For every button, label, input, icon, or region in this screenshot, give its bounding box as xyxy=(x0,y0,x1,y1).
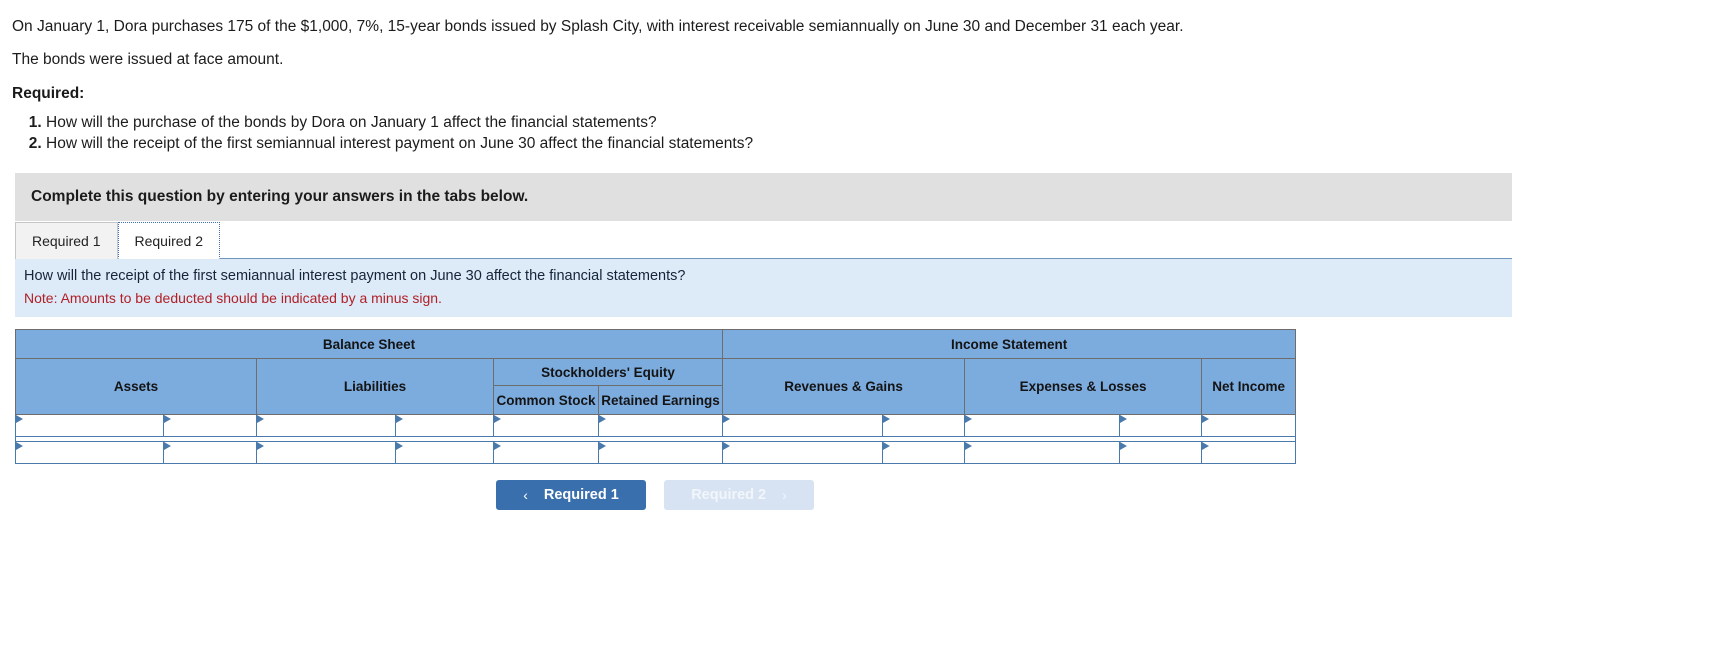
dropdown-arrow-icon xyxy=(16,415,23,424)
instruction-text: Complete this question by entering your … xyxy=(31,188,529,206)
problem-paragraph-2: The bonds were issued at face amount. xyxy=(12,50,284,68)
column-header-net-income: Net Income xyxy=(1201,358,1297,416)
exercise-page: On January 1, Dora purchases 175 of the … xyxy=(0,18,1734,511)
dropdown-arrow-icon xyxy=(1120,442,1128,451)
dropdown-arrow-icon xyxy=(965,442,973,451)
column-header-revenues-gains: Revenues & Gains xyxy=(722,358,966,416)
cell-assets-label-row2[interactable] xyxy=(15,441,164,465)
cell-expenses-value-row2[interactable] xyxy=(1119,441,1203,465)
next-required-2-button[interactable]: Required 2 › xyxy=(664,480,814,511)
requirement-item-1: How will the purchase of the bonds by Do… xyxy=(46,113,1502,134)
cell-revenues-value-row1[interactable] xyxy=(882,414,966,438)
group-header-income-statement: Income Statement xyxy=(722,329,1297,360)
column-header-stockholders-equity: Stockholders' Equity xyxy=(492,358,724,387)
column-header-expenses-losses: Expenses & Losses xyxy=(964,358,1203,416)
dropdown-arrow-icon xyxy=(599,415,606,424)
requirements-list: How will the purchase of the bonds by Do… xyxy=(12,113,1502,155)
cell-liabilities-label-row1[interactable] xyxy=(256,414,396,438)
prev-required-1-button[interactable]: ‹ Required 1 xyxy=(496,480,646,511)
dropdown-arrow-icon xyxy=(883,442,891,451)
cell-revenues-value-row2[interactable] xyxy=(882,441,966,465)
dropdown-arrow-icon xyxy=(883,415,891,424)
dropdown-arrow-icon xyxy=(723,415,731,424)
prev-button-label: Required 1 xyxy=(543,487,619,504)
cell-liabilities-value-row1[interactable] xyxy=(395,414,494,438)
cell-revenues-label-row2[interactable] xyxy=(722,441,884,465)
cell-common-stock-row2[interactable] xyxy=(493,441,599,465)
tab-strip: Required 1 Required 2 xyxy=(15,221,1512,260)
group-header-balance-sheet: Balance Sheet xyxy=(14,329,724,360)
dropdown-arrow-icon xyxy=(164,415,171,424)
dropdown-arrow-icon xyxy=(965,415,973,424)
dropdown-arrow-icon xyxy=(494,415,501,424)
instruction-band: Complete this question by entering your … xyxy=(15,173,1512,222)
dropdown-arrow-icon xyxy=(1202,442,1210,451)
chevron-left-icon: ‹ xyxy=(523,487,528,504)
question-note: Note: Amounts to be deducted should be i… xyxy=(24,289,442,306)
dropdown-arrow-icon xyxy=(723,442,731,451)
problem-paragraph-1: On January 1, Dora purchases 175 of the … xyxy=(12,18,1184,35)
question-band: How will the receipt of the first semian… xyxy=(15,259,1512,318)
nav-button-bar: ‹ Required 1 Required 2 › xyxy=(15,480,1295,511)
tab-required-1[interactable]: Required 1 xyxy=(15,222,118,260)
tab-required-2[interactable]: Required 2 xyxy=(117,222,220,260)
cell-liabilities-label-row2[interactable] xyxy=(256,441,396,465)
answer-table-head: Balance Sheet Income Statement Assets Li… xyxy=(14,329,1297,416)
cell-retained-earnings-row2[interactable] xyxy=(597,441,724,465)
problem-statement: On January 1, Dora purchases 175 of the … xyxy=(12,18,1502,155)
next-button-label: Required 2 xyxy=(691,487,767,504)
cell-liabilities-value-row2[interactable] xyxy=(395,441,494,465)
cell-expenses-value-row1[interactable] xyxy=(1119,414,1203,438)
column-header-row: Assets Liabilities Stockholders' Equity … xyxy=(15,358,1297,416)
dropdown-arrow-icon xyxy=(164,442,171,451)
group-header-row: Balance Sheet Income Statement xyxy=(14,329,1297,360)
dropdown-arrow-icon xyxy=(1202,415,1210,424)
answer-table: Balance Sheet Income Statement Assets Li… xyxy=(14,329,1297,465)
dropdown-arrow-icon xyxy=(396,442,403,451)
cell-assets-label-row1[interactable] xyxy=(15,414,164,438)
column-header-retained-earnings: Retained Earnings xyxy=(597,385,724,416)
requirement-text-1: How will the purchase of the bonds by Do… xyxy=(46,114,657,132)
question-text: How will the receipt of the first semian… xyxy=(24,268,686,285)
dropdown-arrow-icon xyxy=(16,442,23,451)
dropdown-arrow-icon xyxy=(599,442,606,451)
cell-retained-earnings-row1[interactable] xyxy=(597,414,724,438)
chevron-right-icon: › xyxy=(782,487,787,504)
dropdown-arrow-icon xyxy=(257,442,264,451)
cell-net-income-row1[interactable] xyxy=(1201,414,1297,438)
dropdown-arrow-icon xyxy=(494,442,501,451)
cell-assets-value-row2[interactable] xyxy=(163,441,257,465)
cell-common-stock-row1[interactable] xyxy=(493,414,599,438)
column-header-liabilities: Liabilities xyxy=(256,358,494,416)
cell-expenses-label-row2[interactable] xyxy=(964,441,1121,465)
dropdown-arrow-icon xyxy=(1120,415,1128,424)
dropdown-arrow-icon xyxy=(257,415,264,424)
dropdown-arrow-icon xyxy=(396,415,403,424)
column-header-assets: Assets xyxy=(15,358,257,416)
required-heading: Required: xyxy=(12,85,85,103)
answer-table-wrapper: Balance Sheet Income Statement Assets Li… xyxy=(14,329,1297,465)
requirement-text-2: How will the receipt of the first semian… xyxy=(46,135,754,153)
table-row xyxy=(15,441,1297,465)
cell-net-income-row2[interactable] xyxy=(1201,441,1297,465)
table-row xyxy=(15,414,1297,438)
cell-revenues-label-row1[interactable] xyxy=(722,414,884,438)
requirement-item-2: How will the receipt of the first semian… xyxy=(46,134,1502,155)
column-header-common-stock: Common Stock xyxy=(493,385,599,416)
cell-expenses-label-row1[interactable] xyxy=(964,414,1121,438)
cell-assets-value-row1[interactable] xyxy=(163,414,257,438)
answer-table-body xyxy=(15,414,1297,465)
